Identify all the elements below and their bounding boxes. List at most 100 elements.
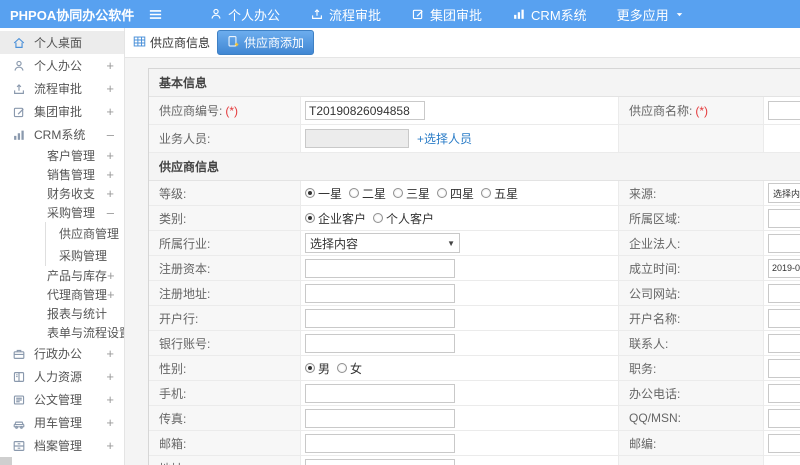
bank-account-field[interactable] (305, 333, 455, 353)
source-label: 来源: (619, 181, 764, 206)
nav-item-workflow-approval[interactable]: 流程审批 (310, 5, 381, 24)
legal-person-field[interactable] (768, 233, 800, 253)
office-phone-field[interactable] (768, 383, 800, 403)
sidebar-item-group-approval[interactable]: 集团审批 + (0, 100, 124, 123)
mobile-field[interactable] (305, 383, 455, 403)
sidebar-item-personal-desktop[interactable]: 个人桌面 (0, 31, 124, 54)
expand-plus-icon[interactable]: + (106, 59, 114, 72)
collapse-minus-icon[interactable]: – (107, 128, 114, 141)
nav-item-crm-system[interactable]: CRM系统 (512, 5, 587, 24)
sidebar-item-document-mgmt[interactable]: 公文管理 + (0, 388, 124, 411)
industry-select[interactable]: 选择内容 ▼ (305, 233, 460, 253)
expand-plus-icon[interactable]: + (106, 416, 114, 429)
founded-date-field[interactable] (768, 258, 800, 278)
field-label: 手机: (159, 386, 187, 401)
collapse-minus-icon[interactable]: – (107, 206, 114, 219)
sidebar-item-reports-stats[interactable]: 报表与统计 (0, 304, 124, 323)
sidebar-item-purchase-mgmt-sub[interactable]: 采购管理 (45, 244, 124, 266)
expand-plus-icon[interactable]: + (106, 105, 114, 118)
sidebar-item-personal-office[interactable]: 个人办公 + (0, 54, 124, 77)
sidebar-item-admin-office[interactable]: 行政办公 + (0, 342, 124, 365)
category-radio-0[interactable]: 企业客户 (305, 210, 366, 227)
radio-label: 男 (318, 361, 331, 376)
chart-icon (512, 7, 526, 21)
sidebar-item-label: 采购管理 (59, 248, 108, 263)
expand-plus-icon[interactable]: + (106, 168, 114, 181)
tab-supplier-info[interactable]: 供应商信息 (133, 34, 210, 51)
address-field[interactable] (305, 458, 455, 465)
fax-field[interactable] (305, 408, 455, 428)
account-name-field[interactable] (768, 308, 800, 328)
sidebar-item-crm-system[interactable]: CRM系统 – (0, 123, 124, 146)
level-radio-2[interactable]: 三星 (393, 185, 430, 202)
registered-address-field[interactable] (305, 283, 455, 303)
sidebar-item-sales-mgmt[interactable]: 销售管理 + (0, 165, 124, 184)
sidebar-item-workflow-approval[interactable]: 流程审批 + (0, 77, 124, 100)
form-row: 类别: 企业客户 个人客户 所属区域: (149, 206, 800, 231)
business-staff-field[interactable] (305, 129, 409, 148)
form-row: 开户行: 开户名称: (149, 306, 800, 331)
scrollbar-corner[interactable] (0, 457, 12, 465)
doc-add-icon (227, 35, 240, 51)
select-value: 选择内容 (310, 236, 359, 251)
sidebar-item-supplier-mgmt[interactable]: 供应商管理 (45, 222, 124, 244)
sidebar-item-form-workflow-settings[interactable]: 表单与流程设置+ (0, 323, 124, 342)
supplier-code-field[interactable] (305, 101, 425, 120)
expand-plus-icon[interactable]: + (107, 269, 115, 282)
choose-person-link[interactable]: +选择人员 (417, 130, 472, 147)
gender-label: 性别: (149, 356, 301, 381)
company-website-field[interactable] (768, 283, 800, 303)
sidebar-item-agent-mgmt[interactable]: 代理商管理 + (0, 285, 124, 304)
sidebar-item-customer-mgmt[interactable]: 客户管理 + (0, 146, 124, 165)
level-radio-0[interactable]: 一星 (305, 185, 342, 202)
nav-item-personal-office[interactable]: 个人办公 (209, 5, 280, 24)
field-label: 注册地址: (159, 286, 211, 301)
zip-code-field[interactable] (768, 433, 800, 453)
region-field[interactable] (768, 208, 800, 228)
job-title-field[interactable] (768, 358, 800, 378)
mobile-value-cell (301, 381, 619, 406)
founded-date-value-cell (764, 256, 800, 281)
sidebar-item-vehicle-mgmt[interactable]: 用车管理 + (0, 411, 124, 434)
zip-code-label: 邮编: (619, 431, 764, 456)
supplier-code-value-cell (301, 97, 619, 125)
email-field[interactable] (305, 433, 455, 453)
sidebar-item-product-inventory[interactable]: 产品与库存 + (0, 266, 124, 285)
level-radio-1[interactable]: 二星 (349, 185, 386, 202)
expand-plus-icon[interactable]: + (106, 439, 114, 452)
section-title: 基本信息 (149, 69, 800, 97)
qq-msn-field[interactable] (768, 408, 800, 428)
expand-plus-icon[interactable]: + (106, 187, 114, 200)
sidebar-item-purchase-mgmt[interactable]: 采购管理 – (0, 203, 124, 222)
expand-plus-icon[interactable]: + (106, 393, 114, 406)
expand-plus-icon[interactable]: + (107, 288, 115, 301)
nav-item-more-apps[interactable]: 更多应用 (617, 5, 685, 24)
bank-branch-field[interactable] (305, 308, 455, 328)
nav-item-group-approval[interactable]: 集团审批 (411, 5, 482, 24)
category-radio-1[interactable]: 个人客户 (373, 210, 434, 227)
form-row: 地址: (149, 456, 800, 465)
menu-toggle-icon[interactable] (148, 7, 163, 22)
sidebar-item-human-resources[interactable]: 人力资源 + (0, 365, 124, 388)
tab-supplier-add[interactable]: 供应商添加 (217, 30, 315, 55)
sidebar-item-finance-mgmt[interactable]: 财务收支 + (0, 184, 124, 203)
form-row: 传真: QQ/MSN: (149, 406, 800, 431)
expand-plus-icon[interactable]: + (106, 149, 114, 162)
registered-address-label: 注册地址: (149, 281, 301, 306)
gender-radio-0[interactable]: 男 (305, 360, 330, 377)
registered-capital-field[interactable] (305, 258, 455, 278)
sidebar-item-label: 行政办公 (34, 347, 83, 361)
expand-plus-icon[interactable]: + (106, 347, 114, 360)
level-radio-3[interactable]: 四星 (437, 185, 474, 202)
gender-radio-1[interactable]: 女 (337, 360, 362, 377)
radio-icon (437, 188, 448, 198)
source-select[interactable]: 选择内容▼ (768, 183, 800, 203)
level-radio-4[interactable]: 五星 (481, 185, 518, 202)
contact-person-field[interactable] (768, 333, 800, 353)
expand-plus-icon[interactable]: + (106, 370, 114, 383)
office-phone-label: 办公电话: (619, 381, 764, 406)
sidebar-item-archive-mgmt[interactable]: 档案管理 + (0, 434, 124, 457)
expand-plus-icon[interactable]: + (106, 82, 114, 95)
sidebar-item-label: 表单与流程设置 (47, 326, 125, 340)
supplier-name-field[interactable] (768, 101, 800, 120)
